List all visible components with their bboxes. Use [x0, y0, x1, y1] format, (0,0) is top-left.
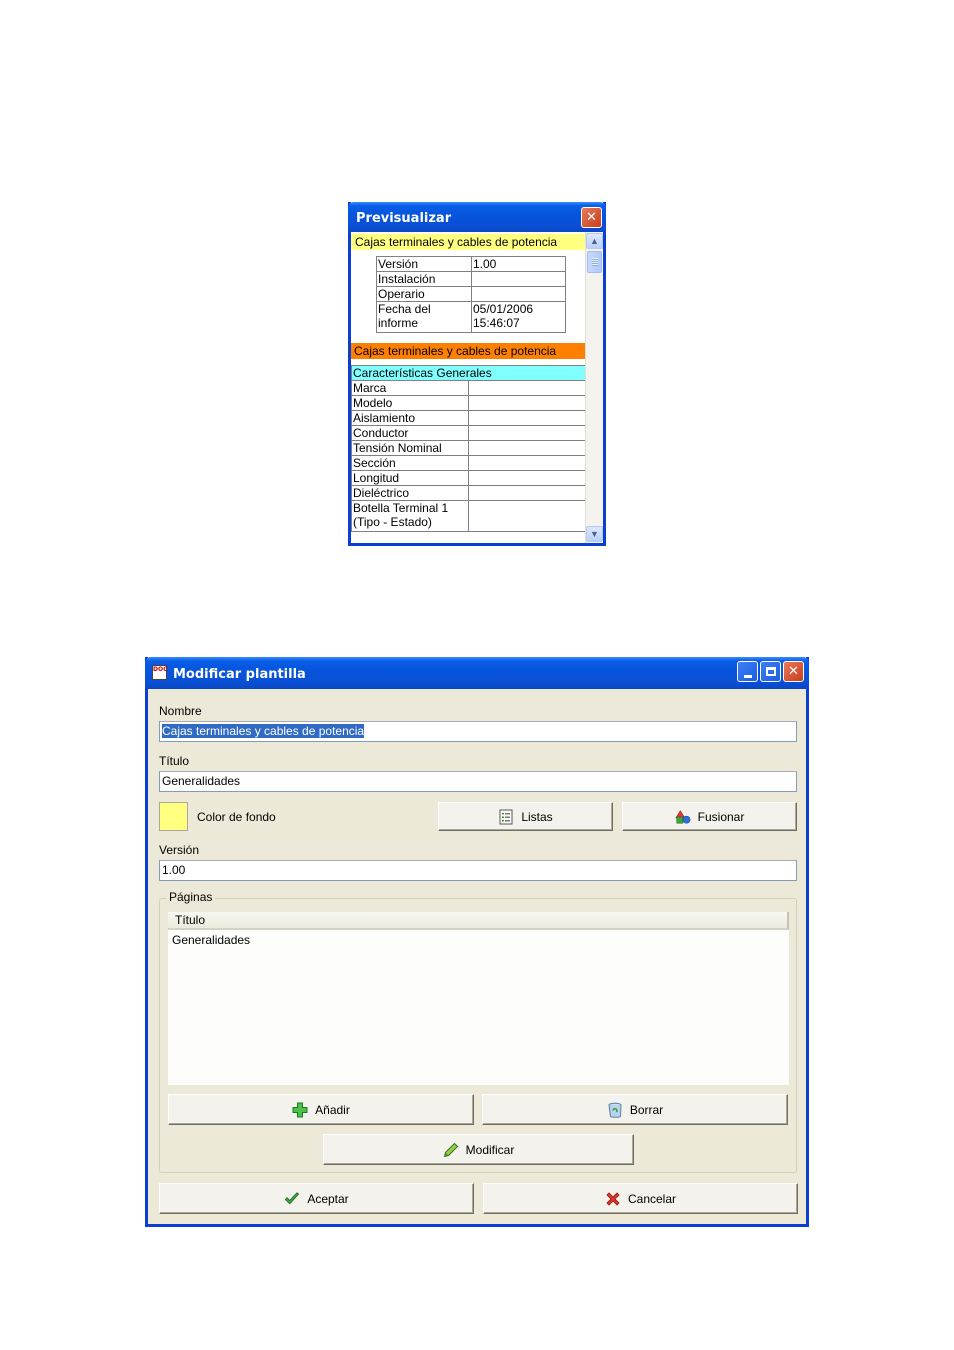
shapes-icon — [675, 809, 691, 825]
row-label: Dieléctrico — [351, 485, 469, 501]
table-row: Instalación — [376, 271, 566, 287]
close-icon[interactable]: ✕ — [581, 207, 602, 228]
close-icon[interactable]: ✕ — [783, 661, 804, 682]
table-row: Modelo — [351, 395, 586, 411]
cancelar-button[interactable]: Cancelar — [483, 1183, 798, 1214]
aceptar-button[interactable]: Aceptar — [159, 1183, 474, 1214]
nombre-field[interactable]: Cajas terminales y cables de potencia — [159, 721, 797, 742]
row-value — [468, 500, 586, 532]
preview-titlebar[interactable]: Previsualizar ✕ — [348, 202, 606, 232]
app-icon-text: DOC — [153, 666, 168, 673]
anadir-button[interactable]: Añadir — [168, 1094, 474, 1125]
preview-header-yellow: Cajas terminales y cables de potencia — [351, 234, 586, 250]
info-value — [471, 271, 566, 287]
row-label: Botella Terminal 1 (Tipo - Estado) — [351, 500, 469, 532]
color-swatch[interactable] — [159, 802, 188, 831]
preview-main-table: Características Generales Marca Modelo A… — [351, 365, 586, 532]
table-row: Operario — [376, 286, 566, 302]
scroll-down-icon[interactable]: ▼ — [586, 526, 603, 542]
borrar-button[interactable]: Borrar — [482, 1094, 788, 1125]
preview-content: Cajas terminales y cables de potencia Ve… — [351, 232, 587, 543]
info-value: 1.00 — [471, 256, 566, 272]
cancel-x-icon — [605, 1191, 621, 1207]
titulo-field[interactable]: Generalidades — [159, 771, 797, 792]
paginas-label: Páginas — [166, 890, 216, 904]
row-label: Sección — [351, 455, 469, 471]
scroll-up-icon[interactable]: ▲ — [586, 233, 603, 249]
info-label: Fecha del informe — [376, 301, 472, 333]
table-row: Fecha del informe 05/01/2006 15:46:07 — [376, 301, 566, 333]
borrar-label: Borrar — [629, 1102, 664, 1117]
recycle-bin-icon — [607, 1102, 623, 1118]
table-row: Versión 1.00 — [376, 256, 566, 272]
listas-label: Listas — [521, 809, 553, 824]
row-value — [468, 410, 586, 426]
aceptar-label: Aceptar — [307, 1191, 349, 1206]
row-label: Tensión Nominal — [351, 440, 469, 456]
table-row: Aislamiento — [351, 410, 586, 426]
info-label: Versión — [376, 256, 472, 272]
info-value — [471, 286, 566, 302]
info-label: Instalación — [376, 271, 472, 287]
fusionar-label: Fusionar — [697, 809, 745, 824]
preview-info-table: Versión 1.00 Instalación Operario Fecha … — [376, 256, 566, 333]
checkmark-icon — [284, 1191, 300, 1207]
dialog-title: Modificar plantilla — [173, 667, 306, 682]
titulo-label: Título — [159, 754, 190, 768]
dialog-titlebar[interactable]: DOC Modificar plantilla ✕ — [145, 657, 809, 689]
row-value — [468, 380, 586, 396]
modificar-plantilla-dialog: DOC Modificar plantilla ✕ Nombre Cajas t… — [145, 657, 809, 1227]
pencil-icon — [443, 1142, 459, 1158]
table-row: Dieléctrico — [351, 485, 586, 501]
listas-button[interactable]: Listas — [438, 802, 613, 831]
modificar-label: Modificar — [465, 1142, 515, 1157]
fusionar-button[interactable]: Fusionar — [622, 802, 797, 831]
row-value — [468, 440, 586, 456]
color-label: Color de fondo — [197, 810, 276, 824]
preview-window: Previsualizar ✕ Cajas terminales y cable… — [348, 202, 606, 546]
anadir-label: Añadir — [315, 1102, 350, 1117]
minimize-icon[interactable] — [737, 661, 758, 682]
maximize-icon[interactable] — [760, 661, 781, 682]
modificar-button[interactable]: Modificar — [323, 1134, 634, 1165]
paginas-group: Páginas Título Generalidades Añadir Borr… — [159, 890, 797, 1173]
row-label: Longitud — [351, 470, 469, 486]
section-title: Características Generales — [351, 365, 586, 381]
table-row: Características Generales — [351, 365, 586, 381]
nombre-label: Nombre — [159, 704, 202, 718]
row-label: Conductor — [351, 425, 469, 441]
table-row: Conductor — [351, 425, 586, 441]
row-value — [468, 485, 586, 501]
info-value: 05/01/2006 15:46:07 — [471, 301, 566, 333]
table-row: Longitud — [351, 470, 586, 486]
version-field[interactable]: 1.00 — [159, 860, 797, 881]
preview-scrollbar[interactable]: ▲ ▼ — [585, 232, 603, 543]
table-row: Botella Terminal 1 (Tipo - Estado) — [351, 500, 586, 532]
list-item[interactable]: Generalidades — [168, 932, 789, 949]
row-label: Marca — [351, 380, 469, 396]
add-icon — [292, 1102, 308, 1118]
info-label: Operario — [376, 286, 472, 302]
row-value — [468, 470, 586, 486]
preview-header-orange: Cajas terminales y cables de potencia — [351, 343, 586, 359]
nombre-value: Cajas terminales y cables de potencia — [162, 724, 365, 738]
table-row: Marca — [351, 380, 586, 396]
row-value — [468, 455, 586, 471]
scroll-thumb[interactable] — [587, 251, 602, 273]
list-icon — [498, 809, 514, 825]
app-icon: DOC — [152, 665, 167, 680]
row-value — [468, 425, 586, 441]
preview-title: Previsualizar — [356, 211, 452, 226]
row-label: Aislamiento — [351, 410, 469, 426]
version-label: Versión — [159, 843, 200, 857]
table-row: Sección — [351, 455, 586, 471]
row-label: Modelo — [351, 395, 469, 411]
table-row: Tensión Nominal — [351, 440, 586, 456]
column-header-titulo[interactable]: Título — [168, 912, 789, 930]
row-value — [468, 395, 586, 411]
paginas-list[interactable]: Título Generalidades — [168, 912, 789, 1085]
cancelar-label: Cancelar — [627, 1191, 677, 1206]
